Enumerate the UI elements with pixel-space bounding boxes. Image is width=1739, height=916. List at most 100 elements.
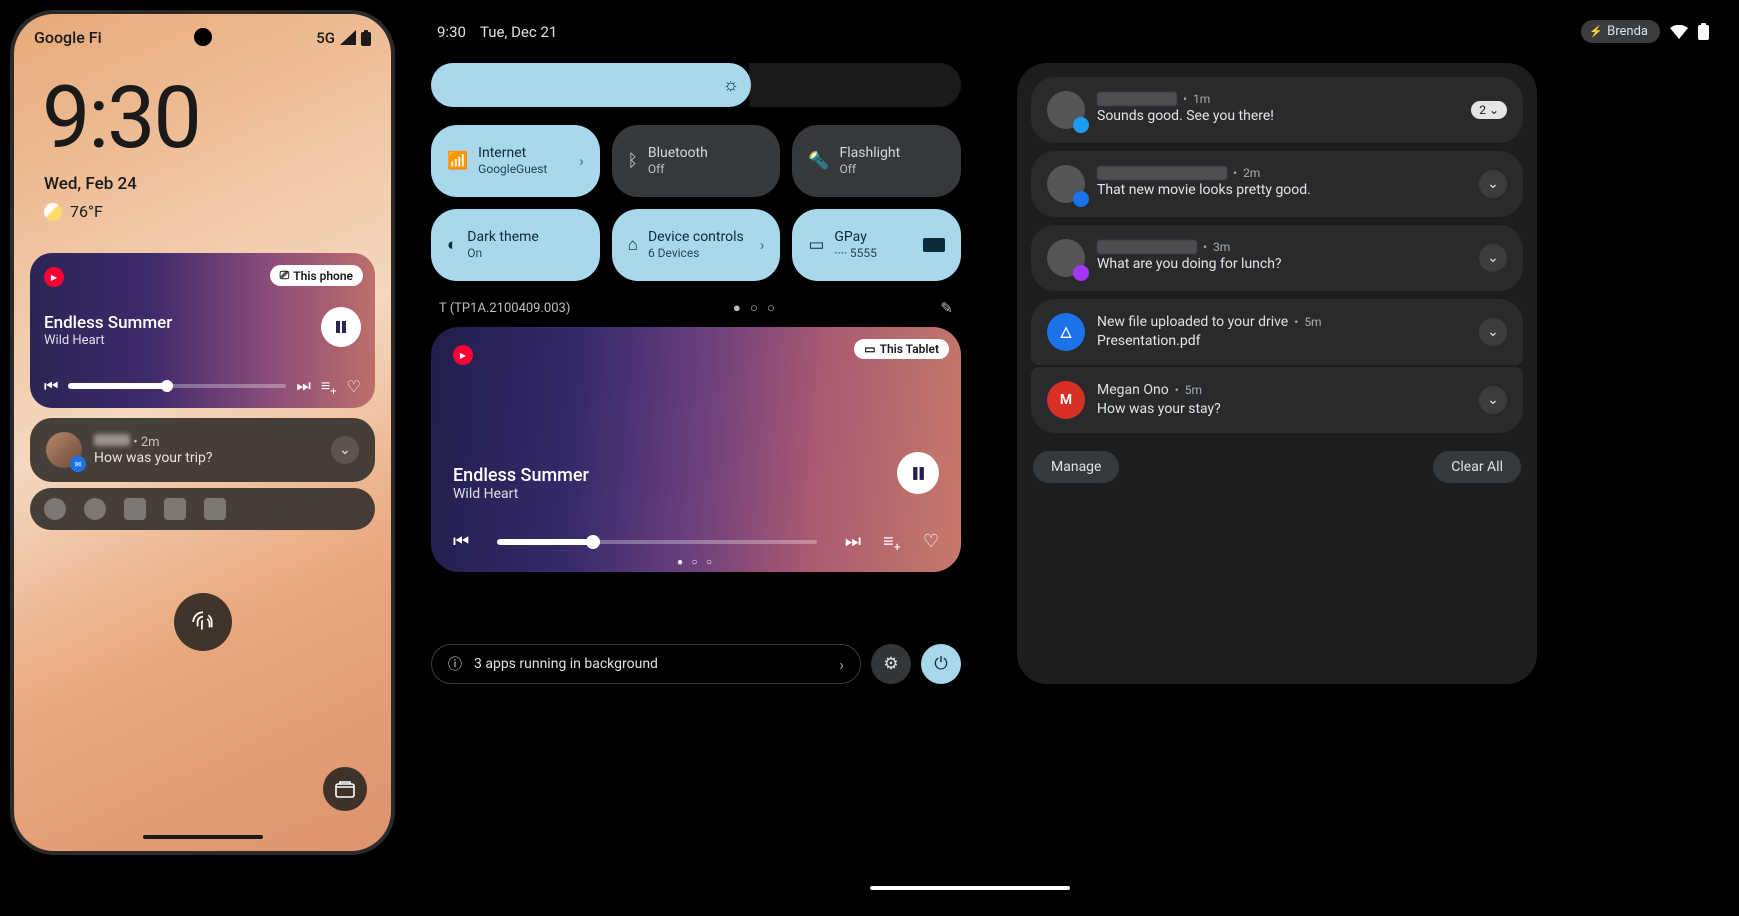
lightning-icon: ⚡	[1589, 25, 1603, 38]
next-button[interactable]: ⏭	[845, 531, 861, 552]
chevron-right-icon: ›	[839, 655, 844, 674]
cast-label: This Tablet	[880, 342, 939, 356]
background-apps-text: 3 apps running in background	[474, 656, 658, 672]
card-icon: ▭	[808, 235, 824, 255]
media-title: Endless Summer	[44, 313, 361, 333]
phone-notification[interactable]: ✉ • 2m How was your trip? ⌄	[30, 418, 375, 482]
tile-title: Dark theme	[467, 229, 539, 247]
notif-age: 2m	[141, 435, 160, 450]
notif-item[interactable]: △ New file uploaded to your drive • 5m P…	[1031, 299, 1523, 365]
media-progress[interactable]	[497, 540, 817, 544]
battery-icon	[1698, 23, 1709, 40]
notif-separator: •	[1203, 240, 1207, 254]
expand-button[interactable]: ⌄	[331, 436, 359, 464]
media-artist: Wild Heart	[453, 486, 939, 502]
youtube-music-icon: ▶	[453, 345, 473, 365]
edit-tiles-button[interactable]: ✎	[940, 299, 953, 317]
next-button[interactable]: ⏭	[296, 376, 310, 396]
card-icon	[923, 238, 945, 252]
notif-age: 5m	[1185, 383, 1202, 397]
favorite-icon[interactable]: ♡	[923, 531, 939, 552]
tile-title: Internet	[478, 145, 547, 163]
flash-icon: 🔦	[808, 151, 829, 171]
facebook-icon	[84, 498, 106, 520]
notif-age: 5m	[1304, 315, 1321, 329]
weather-icon	[44, 203, 62, 221]
clear-all-button[interactable]: Clear All	[1433, 451, 1521, 483]
network-badge: 5G	[316, 29, 335, 47]
expand-button[interactable]: ⌄	[1479, 386, 1507, 414]
qs-tile-device-controls[interactable]: ⌂ Device controls 6 Devices›	[612, 209, 781, 281]
nav-handle[interactable]	[143, 835, 263, 839]
qs-tile-dark-theme[interactable]: ◐ Dark theme On	[431, 209, 600, 281]
notif-icon-row[interactable]	[30, 488, 375, 530]
phone-media-card[interactable]: ▶ ⎚ This phone Endless Summer Wild Heart…	[30, 253, 375, 408]
tablet-nav-handle[interactable]	[870, 886, 1070, 890]
prev-button[interactable]: ⏮	[453, 531, 469, 552]
lock-date: Wed, Feb 24	[14, 168, 391, 194]
tablet-icon: ▭	[864, 342, 875, 356]
cast-icon: ⎚	[280, 268, 290, 283]
brightness-track[interactable]	[749, 63, 961, 107]
info-icon: ⓘ	[448, 654, 462, 674]
notif-item[interactable]: M Megan Ono • 5m How was your stay?⌄	[1031, 367, 1523, 433]
chevron-right-icon: ›	[579, 152, 584, 170]
carrier-label: Google Fi	[34, 28, 102, 47]
power-button[interactable]: ⏻	[921, 644, 961, 684]
messenger-badge-icon	[1073, 265, 1089, 281]
notif-body: How was your trip?	[94, 450, 212, 466]
drive-icon	[164, 498, 186, 520]
wallet-button[interactable]	[323, 767, 367, 811]
messages-badge-icon	[1073, 191, 1089, 207]
notif-item[interactable]: • 1m Sounds good. See you there!2 ⌄	[1031, 77, 1523, 143]
bt-icon: ᛒ	[628, 151, 638, 171]
pause-button[interactable]	[897, 452, 939, 494]
notification-panel: • 1m Sounds good. See you there!2 ⌄ • 2m…	[1017, 63, 1537, 684]
tablet-shade: 9:30 Tue, Dec 21 ⚡ Brenda ☼ 📶 Internet G…	[395, 0, 1739, 916]
weather-chip[interactable]: 76°F	[14, 194, 391, 221]
prev-button[interactable]: ⏮	[44, 376, 58, 396]
expand-button[interactable]: ⌄	[1479, 244, 1507, 272]
notif-body: What are you doing for lunch?	[1097, 256, 1467, 272]
user-chip[interactable]: ⚡ Brenda	[1581, 20, 1660, 43]
tile-title: Device controls	[648, 229, 744, 247]
media-progress[interactable]	[68, 384, 286, 388]
app-icon-5	[204, 498, 226, 520]
queue-icon[interactable]: ≡₊	[883, 531, 901, 552]
app-icon: △	[1047, 313, 1085, 351]
tablet-date: Tue, Dec 21	[480, 23, 557, 41]
media-artist: Wild Heart	[44, 333, 361, 348]
media-title: Endless Summer	[453, 465, 939, 486]
tile-title: Bluetooth	[648, 145, 708, 163]
queue-icon[interactable]: ≡₊	[321, 376, 337, 396]
expand-button[interactable]: ⌄	[1479, 318, 1507, 346]
qs-tile-bluetooth[interactable]: ᛒ Bluetooth Off	[612, 125, 781, 197]
notif-body: Presentation.pdf	[1097, 333, 1467, 349]
media-page-dots: ● ○ ○	[677, 557, 715, 568]
qs-tile-flashlight[interactable]: 🔦 Flashlight Off	[792, 125, 961, 197]
notif-item[interactable]: • 3m What are you doing for lunch?⌄	[1031, 225, 1523, 291]
chevron-right-icon: ›	[760, 236, 765, 254]
manage-button[interactable]: Manage	[1033, 451, 1119, 483]
tablet-media-card[interactable]: ▶ ▭ This Tablet Endless Summer Wild Hear…	[431, 327, 961, 572]
twitter-badge-icon	[1073, 117, 1089, 133]
brightness-slider[interactable]: ☼	[431, 63, 751, 107]
qs-tile-gpay[interactable]: ▭ GPay ···· 5555	[792, 209, 961, 281]
tile-sub: On	[467, 246, 539, 261]
notif-item[interactable]: • 2m That new movie looks pretty good.⌄	[1031, 151, 1523, 217]
notif-count-chip[interactable]: 2 ⌄	[1471, 101, 1507, 119]
fingerprint-button[interactable]	[174, 593, 232, 651]
tile-sub: 6 Devices	[648, 246, 744, 261]
cast-chip[interactable]: ⎚ This phone	[270, 265, 363, 286]
expand-button[interactable]: ⌄	[1479, 170, 1507, 198]
avatar	[1047, 91, 1085, 129]
settings-button[interactable]: ⚙	[871, 644, 911, 684]
youtube-icon	[124, 498, 146, 520]
cast-chip[interactable]: ▭ This Tablet	[854, 339, 949, 359]
favorite-icon[interactable]: ♡	[347, 377, 361, 396]
pause-button[interactable]	[321, 307, 361, 347]
qs-tile-internet[interactable]: 📶 Internet GoogleGuest›	[431, 125, 600, 197]
tile-title: Flashlight	[840, 145, 901, 163]
battery-icon	[361, 30, 371, 46]
background-apps-pill[interactable]: ⓘ 3 apps running in background ›	[431, 644, 861, 684]
